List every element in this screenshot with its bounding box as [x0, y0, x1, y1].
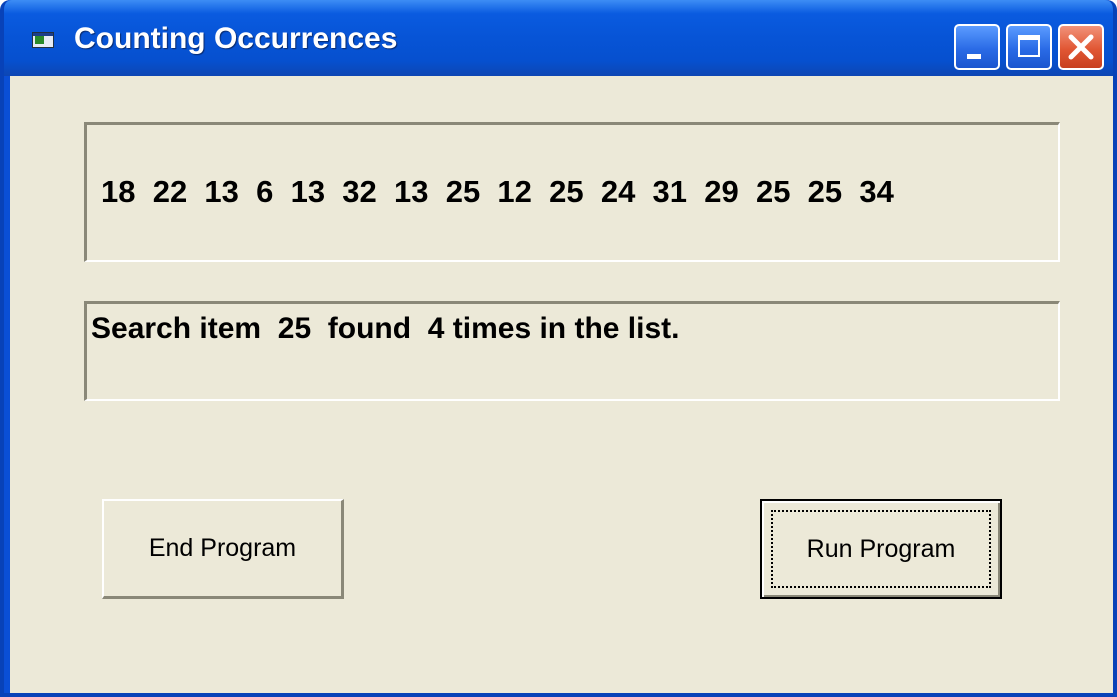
result-message: Search item 25 found 4 times in the list… — [91, 312, 680, 345]
minimize-button[interactable] — [954, 24, 1000, 70]
app-window: Counting Occurrences 18 22 13 6 13 32 13… — [0, 0, 1117, 697]
result-box: Search item 25 found 4 times in the list… — [84, 301, 1060, 401]
run-program-label: Run Program — [806, 534, 956, 563]
end-program-label: End Program — [148, 534, 297, 562]
minimize-icon — [967, 54, 981, 59]
window-title: Counting Occurrences — [74, 22, 398, 55]
close-button[interactable] — [1058, 24, 1104, 70]
number-list-box: 18 22 13 6 13 32 13 25 12 25 24 31 29 25… — [84, 122, 1060, 262]
form-client-area: 18 22 13 6 13 32 13 25 12 25 24 31 29 25… — [10, 76, 1113, 693]
form-icon[interactable] — [32, 32, 54, 48]
title-bar[interactable]: Counting Occurrences — [4, 0, 1113, 76]
run-program-button[interactable]: Run Program — [760, 499, 1002, 599]
maximize-icon — [1018, 35, 1040, 57]
end-program-button[interactable]: End Program — [102, 499, 344, 599]
number-list-values: 18 22 13 6 13 32 13 25 12 25 24 31 29 25… — [101, 174, 894, 209]
maximize-button[interactable] — [1006, 24, 1052, 70]
close-icon — [1068, 34, 1094, 60]
